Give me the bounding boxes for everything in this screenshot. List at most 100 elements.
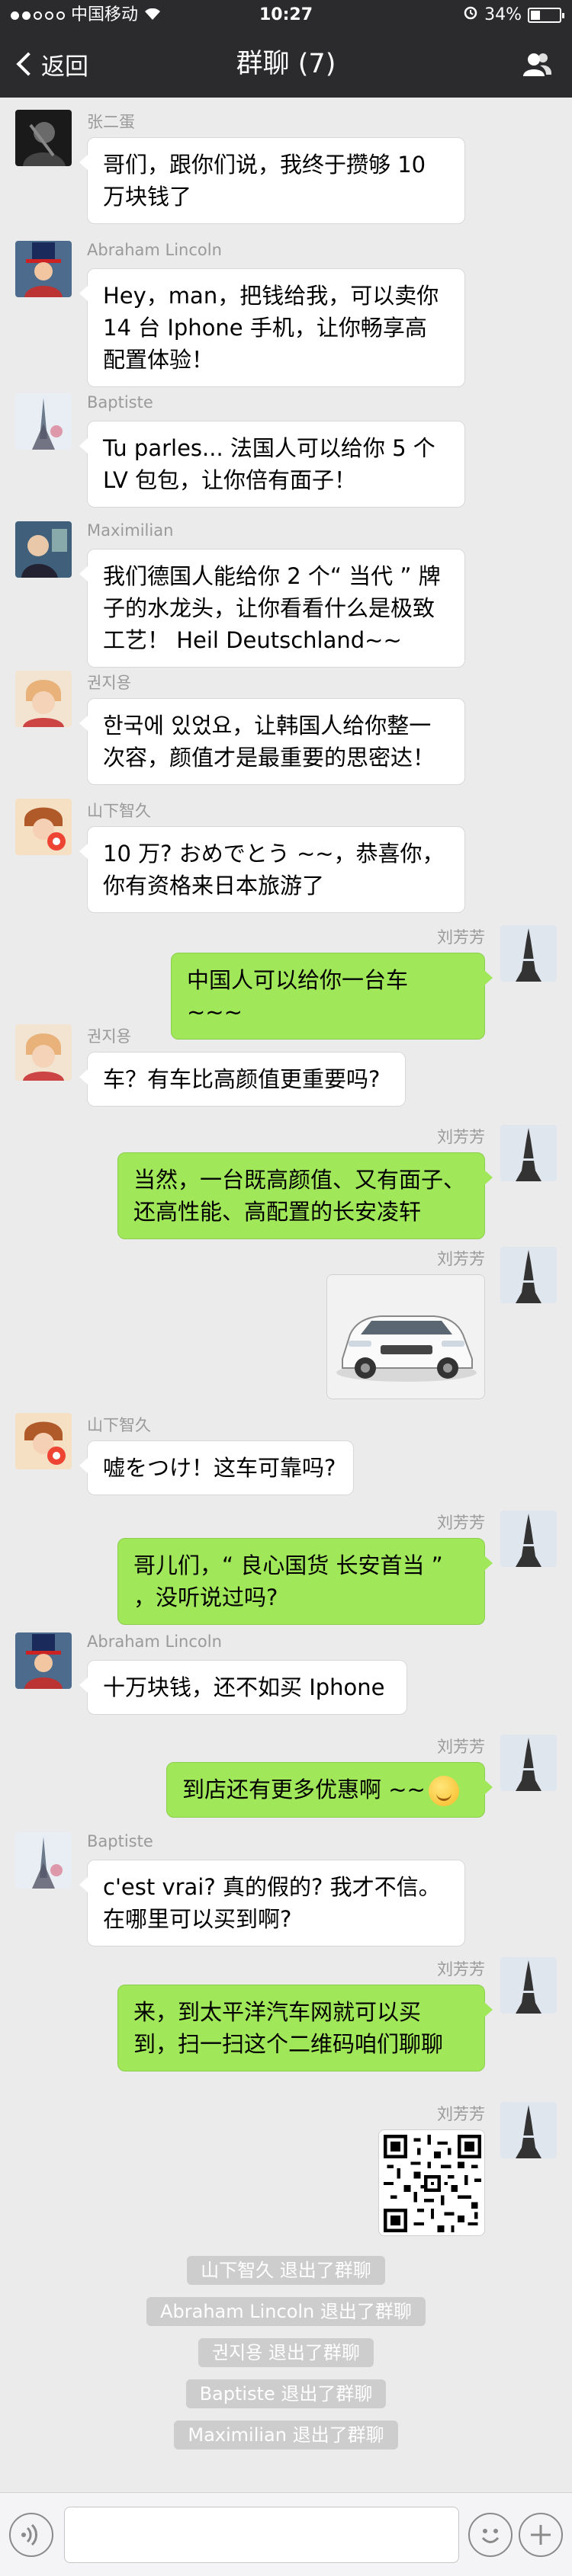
avatar-liufangfang[interactable]	[500, 2102, 557, 2158]
sender-name: Baptiste	[87, 393, 153, 412]
sender-name: 刘芳芳	[437, 1128, 485, 1146]
message-line: 来，到太平洋汽车网就可以买	[133, 1999, 422, 2025]
group-members-icon[interactable]	[522, 52, 552, 78]
more-button[interactable]	[519, 2513, 563, 2557]
message-bubble[interactable]: 车？有车比高颜值更重要吗?	[79, 1052, 406, 1107]
status-bar: 中国移动 10:27 34%	[0, 0, 572, 30]
message-bubble[interactable]: 当然，一台既高颜值、又有面子、 还高性能、高配置的长安凌轩	[117, 1152, 493, 1239]
message-bubble[interactable]: c'est vrai? 真的假的? 我才不信。 在哪里可以买到啊?	[79, 1860, 465, 1946]
car-photo[interactable]	[326, 1274, 485, 1399]
avatar-baptiste[interactable]	[15, 393, 72, 450]
avatar-kwon-jiyong[interactable]	[15, 671, 72, 727]
voice-input-button[interactable]	[9, 2513, 53, 2557]
avatar-zhangerdan[interactable]	[15, 110, 72, 166]
message-line: 嘘をつけ！这车可靠吗?	[103, 1455, 336, 1481]
message-line: 哥们，跟你们说，我终于攒够 10	[103, 152, 426, 178]
avatar-maximilian[interactable]	[15, 521, 72, 578]
avatar-yamashita[interactable]	[15, 1413, 72, 1469]
input-bar	[0, 2492, 572, 2576]
avatar-liufangfang[interactable]	[500, 1735, 557, 1791]
message-bubble[interactable]: Tu parles... 法国人可以给你 5 个 LV 包包，让你倍有面子！	[79, 421, 465, 508]
avatar-liufangfang[interactable]	[500, 925, 557, 982]
message-line: 14 台 Iphone 手机，让你畅享高	[103, 315, 427, 341]
message-line: LV 包包，让你倍有面子！	[103, 467, 357, 493]
sender-name: 刘芳芳	[437, 928, 485, 947]
emoji-button[interactable]	[468, 2513, 513, 2557]
message-line: 到，扫一扫这个二维码咱们聊聊	[133, 2031, 444, 2057]
system-notice: Baptiste 退出了群聊	[0, 2379, 572, 2408]
smiley-emoji-icon	[428, 1776, 459, 1806]
sender-name: 刘芳芳	[437, 1738, 485, 1756]
message-line: 到店还有更多优惠啊 ~~	[182, 1773, 469, 1806]
message-bubble[interactable]: 한국에 있었요，让韩国人给你整一 次容，颜值才是最重要的思密达！	[79, 698, 465, 785]
message-line: 还高性能、高配置的长安凌轩	[133, 1199, 422, 1225]
message-bubble[interactable]: 到店还有更多优惠啊 ~~	[166, 1762, 493, 1818]
avatar-abraham-lincoln[interactable]	[15, 241, 72, 297]
system-notice-text: Maximilian 退出了群聊	[174, 2421, 398, 2449]
sender-name: 山下智久	[87, 802, 151, 820]
message-line: 中国人可以给你一台车 ~~~	[187, 967, 409, 1025]
system-notice: 山下智久 退出了群聊	[0, 2256, 572, 2285]
message-bubble[interactable]: 十万块钱，还不如买 Iphone	[79, 1660, 407, 1715]
message-line: 10 万? おめでとう ~~，恭喜你，	[103, 841, 445, 867]
message-bubble[interactable]: 哥儿们，“ 良心国货 长安首当 ” ，没听说过吗?	[117, 1538, 493, 1625]
message-line: Tu parles... 法国人可以给你 5 个	[103, 435, 435, 461]
message-line: 工艺！ Heil Deutschland~~	[103, 627, 402, 653]
message-line: 在哪里可以买到啊?	[103, 1906, 292, 1932]
system-notice-text: 권지용 退出了群聊	[198, 2338, 374, 2367]
message-bubble[interactable]: Hey，man，把钱给我，可以卖你 14 台 Iphone 手机，让你畅享高 配…	[79, 268, 465, 387]
sender-name: 권지용	[87, 674, 131, 692]
message-bubble[interactable]: 哥们，跟你们说，我终于攒够 10 万块钱了	[79, 137, 465, 224]
system-notice-text: 山下智久 退出了群聊	[187, 2256, 385, 2285]
message-line: 我们德国人能给你 2 个“ 当代 ” 牌	[103, 563, 441, 589]
system-notice-text: Abraham Lincoln 退出了群聊	[146, 2297, 426, 2326]
message-line: 子的水龙头，让你看看什么是极致	[103, 595, 435, 621]
chat-title: 群聊 (7)	[236, 49, 336, 79]
system-notice: Maximilian 退出了群聊	[0, 2421, 572, 2449]
message-line: 万块钱了	[103, 184, 192, 210]
message-line: ，没听说过吗?	[133, 1584, 278, 1610]
message-input[interactable]	[64, 2507, 459, 2563]
message-line: 配置体验！	[103, 347, 214, 373]
top-bar: 中国移动 10:27 34% 返回 群聊 (7)	[0, 0, 572, 98]
sender-name: 권지용	[87, 1027, 131, 1046]
message-line: c'est vrai? 真的假的? 我才不信。	[103, 1874, 441, 1900]
message-text: 到店还有更多优惠啊 ~~	[182, 1777, 426, 1802]
message-line: 次容，颜值才是最重要的思密达！	[103, 745, 435, 771]
avatar-liufangfang[interactable]	[500, 1247, 557, 1303]
message-line: 한국에 있었요，让韩国人给你整一	[103, 713, 432, 739]
sender-name: 张二蛋	[87, 113, 135, 131]
avatar-liufangfang[interactable]	[500, 1511, 557, 1567]
message-bubble[interactable]: 我们德国人能给你 2 个“ 当代 ” 牌 子的水龙头，让你看看什么是极致 工艺！…	[79, 549, 465, 668]
avatar-baptiste[interactable]	[15, 1832, 72, 1889]
message-line: 你有资格来日本旅游了	[103, 873, 325, 899]
message-line: 哥儿们，“ 良心国货 长安首当 ”	[133, 1552, 443, 1578]
message-line: 当然，一台既高颜值、又有面子、	[133, 1167, 466, 1193]
qr-code[interactable]	[378, 2129, 485, 2236]
message-bubble[interactable]: 来，到太平洋汽车网就可以买 到，扫一扫这个二维码咱们聊聊	[117, 1985, 493, 2071]
avatar-liufangfang[interactable]	[500, 1125, 557, 1181]
sender-name: 刘芳芳	[437, 1960, 485, 1978]
system-notice-text: Baptiste 退出了群聊	[185, 2379, 387, 2408]
avatar-yamashita[interactable]	[15, 799, 72, 855]
sender-name: 刘芳芳	[437, 1514, 485, 1532]
avatar-abraham-lincoln[interactable]	[15, 1632, 72, 1689]
sender-name: 刘芳芳	[437, 1250, 485, 1268]
avatar-kwon-jiyong[interactable]	[15, 1024, 72, 1081]
system-notice: Abraham Lincoln 退出了群聊	[0, 2297, 572, 2326]
battery-percent: 34%	[484, 5, 522, 24]
message-bubble[interactable]: 10 万? おめでとう ~~，恭喜你， 你有资格来日本旅游了	[79, 826, 465, 913]
sender-name: 山下智久	[87, 1416, 151, 1434]
message-line: 十万块钱，还不如买 Iphone	[103, 1674, 385, 1700]
sender-name: Abraham Lincoln	[87, 241, 222, 259]
message-line: Hey，man，把钱给我，可以卖你	[103, 283, 439, 309]
avatar-liufangfang[interactable]	[500, 1957, 557, 2014]
alarm-icon	[463, 0, 478, 30]
system-notice: 권지용 退出了群聊	[0, 2338, 572, 2367]
message-bubble[interactable]: 中国人可以给你一台车 ~~~	[171, 953, 493, 1040]
sender-name: Abraham Lincoln	[87, 1632, 222, 1651]
nav-bar: 返回 群聊 (7)	[0, 30, 572, 98]
chat-area[interactable]: 张二蛋 哥们，跟你们说，我终于攒够 10 万块钱了 Abraham Lincol…	[0, 98, 572, 2492]
message-line: 车？有车比高颜值更重要吗?	[103, 1066, 381, 1092]
message-bubble[interactable]: 嘘をつけ！这车可靠吗?	[79, 1440, 354, 1495]
